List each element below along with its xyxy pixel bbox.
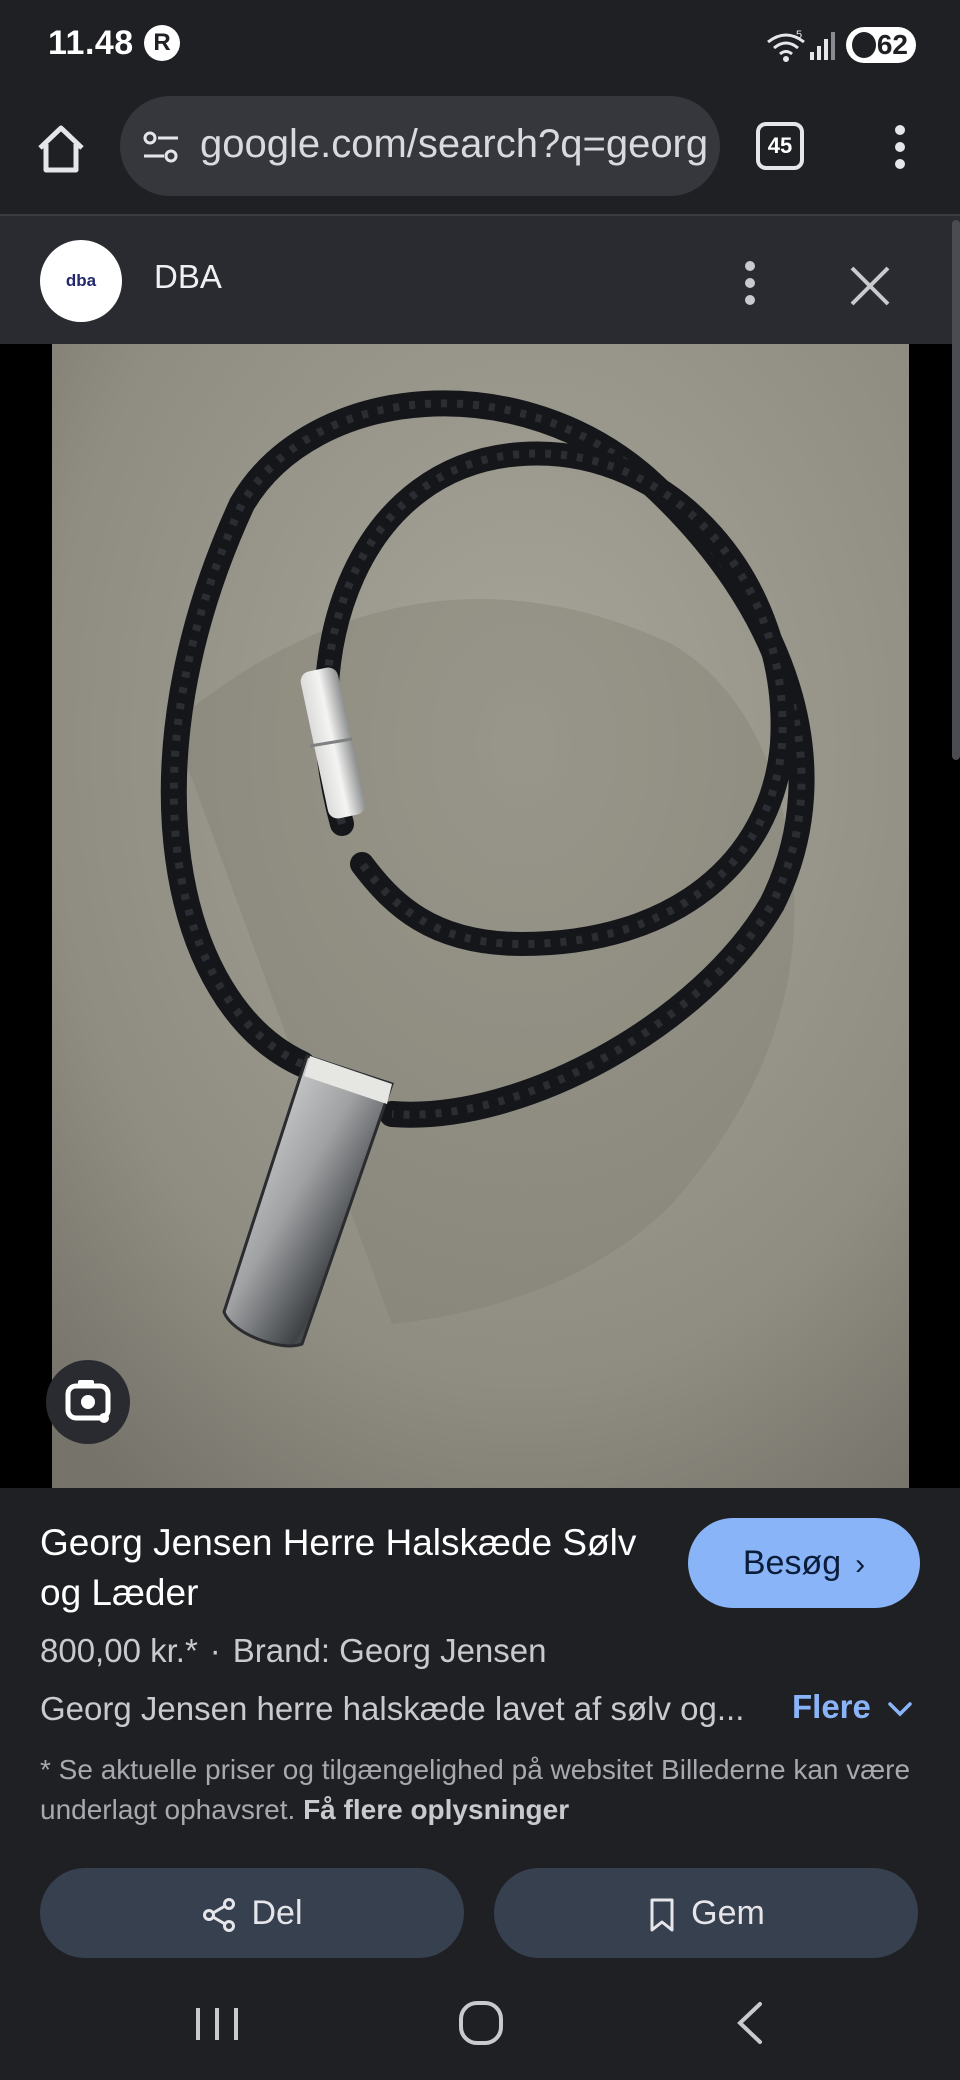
result-description: Georg Jensen herre halskæde lavet af søl… bbox=[40, 1690, 745, 1727]
share-label: Del bbox=[251, 1894, 303, 1932]
battery-level: 62 bbox=[876, 29, 908, 60]
site-more-icon[interactable] bbox=[728, 256, 772, 310]
home-icon[interactable] bbox=[32, 120, 90, 178]
recents-icon[interactable] bbox=[190, 2002, 244, 2046]
disclaimer: * Se aktuelle priser og tilgængelighed p… bbox=[40, 1750, 920, 1830]
share-icon bbox=[203, 1898, 236, 1933]
address-bar[interactable]: google.com/search?q=georg bbox=[120, 96, 720, 196]
image-viewer[interactable] bbox=[0, 344, 960, 1488]
site-logo[interactable]: dba bbox=[40, 240, 122, 322]
result-title[interactable]: Georg Jensen Herre Halskæde Sølv og Læde… bbox=[40, 1518, 640, 1618]
status-time: 11.48 bbox=[48, 24, 134, 62]
battery-icon: 62 bbox=[846, 27, 916, 63]
more-vert-icon[interactable] bbox=[878, 120, 922, 174]
back-icon[interactable] bbox=[730, 1998, 770, 2048]
save-button[interactable]: Gem bbox=[494, 1868, 918, 1958]
chevron-right-icon: › bbox=[855, 1548, 866, 1581]
r-app-icon: R bbox=[144, 25, 180, 61]
price: 800,00 kr.* bbox=[40, 1632, 198, 1669]
wifi-icon: 5 bbox=[767, 29, 805, 62]
result-meta: 800,00 kr.* · Brand: Georg Jensen bbox=[40, 1632, 546, 1670]
chevron-down-icon bbox=[888, 1702, 912, 1717]
more-link-label: Flere bbox=[792, 1688, 871, 1725]
close-icon[interactable] bbox=[842, 258, 898, 314]
meta-separator: · bbox=[209, 1632, 221, 1669]
bookmark-icon bbox=[650, 1898, 674, 1932]
more-info-link[interactable]: Få flere oplysninger bbox=[303, 1794, 569, 1825]
result-info-panel: Georg Jensen Herre Halskæde Sølv og Læde… bbox=[0, 1488, 960, 1968]
google-lens-icon[interactable] bbox=[46, 1360, 130, 1444]
visit-button[interactable]: Besøg › bbox=[688, 1518, 920, 1608]
brand: Brand: Georg Jensen bbox=[232, 1632, 547, 1669]
svg-text:5: 5 bbox=[796, 29, 802, 41]
share-button[interactable]: Del bbox=[40, 1868, 464, 1958]
visit-button-label: Besøg bbox=[742, 1544, 842, 1582]
scrollbar[interactable] bbox=[952, 220, 960, 760]
signal-icon bbox=[810, 32, 835, 60]
site-name[interactable]: DBA bbox=[154, 258, 222, 296]
url-text[interactable]: google.com/search?q=georg bbox=[200, 122, 710, 167]
tabs-icon[interactable]: 45 bbox=[756, 122, 804, 170]
save-label: Gem bbox=[691, 1894, 765, 1932]
site-header: dba DBA bbox=[0, 216, 960, 344]
home-circle-icon[interactable] bbox=[456, 1998, 506, 2048]
product-image[interactable] bbox=[52, 344, 909, 1488]
site-settings-icon[interactable] bbox=[140, 126, 182, 168]
more-link[interactable]: Flere bbox=[792, 1688, 914, 1726]
browser-toolbar: google.com/search?q=georg 45 bbox=[0, 90, 960, 216]
status-bar: 11.48 R 5 62 bbox=[0, 0, 960, 90]
system-nav-bar bbox=[0, 1968, 960, 2080]
